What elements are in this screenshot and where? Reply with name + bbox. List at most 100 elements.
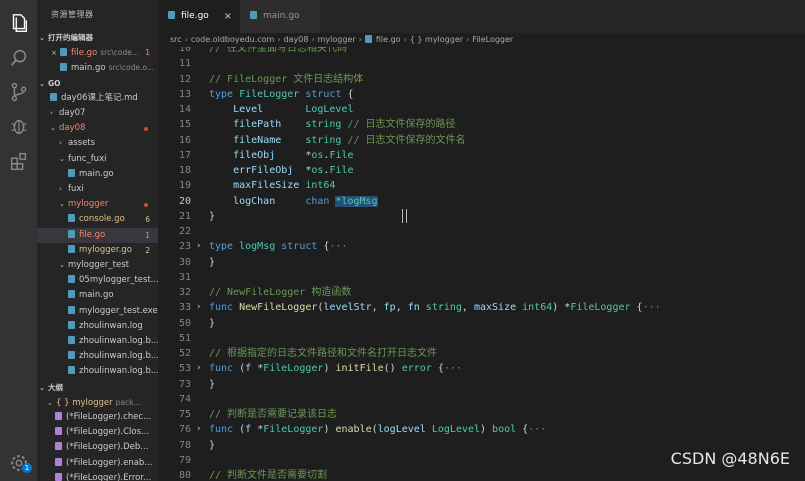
tree-item[interactable]: › day07 bbox=[37, 106, 158, 121]
close-icon[interactable]: × bbox=[224, 0, 232, 33]
code-line[interactable]: 50} bbox=[158, 316, 805, 331]
code-token: string bbox=[305, 134, 348, 146]
outline-section[interactable]: ⌄ 大纲 bbox=[37, 380, 158, 395]
code-line[interactable]: 21} bbox=[158, 209, 805, 224]
tree-item-label: mylogger_test.exe bbox=[79, 305, 158, 316]
code-line[interactable]: 74 bbox=[158, 392, 805, 407]
close-icon[interactable]: × bbox=[51, 46, 60, 60]
tab-file-go[interactable]: file.go × bbox=[158, 0, 240, 33]
open-editors-section[interactable]: ⌄ 打开的编辑器 bbox=[37, 30, 158, 45]
code-text: fileObj *os.File bbox=[209, 148, 353, 163]
breadcrumb-item[interactable]: { } mylogger bbox=[410, 35, 463, 44]
code-line[interactable]: 30} bbox=[158, 255, 805, 270]
code-token: Level bbox=[209, 104, 306, 115]
explorer-icon[interactable] bbox=[8, 12, 30, 34]
outline-item[interactable]: ⌄{ } mylogger pack... bbox=[37, 395, 158, 410]
code-line[interactable]: 16 fileName string // 日志文件保存的文件名 bbox=[158, 133, 805, 148]
fold-chevron-icon[interactable]: › bbox=[196, 300, 201, 315]
source-control-icon[interactable] bbox=[8, 81, 30, 103]
code-line[interactable]: 13 type FileLogger struct { bbox=[158, 87, 805, 102]
search-icon[interactable] bbox=[8, 47, 30, 69]
code-line[interactable]: 51 bbox=[158, 331, 805, 346]
code-line[interactable]: 23 › type logMsg struct {··· bbox=[158, 239, 805, 254]
code-line[interactable]: 33 › func NewFileLogger(levelStr, fp, fn s… bbox=[158, 300, 805, 315]
breadcrumb-item[interactable]: src bbox=[170, 35, 182, 44]
outline-item-label: (*FileLogger).chec... bbox=[66, 412, 152, 422]
code-editor[interactable]: 10 // 往文件里面写日志相关代码 11 12 // FileLogger 文件日志结… bbox=[158, 47, 805, 481]
chevron-down-icon: ⌄ bbox=[59, 200, 65, 209]
tree-item[interactable]: zhoulinwan.log.b... bbox=[37, 334, 158, 349]
tree-item[interactable]: zhoulinwan.log bbox=[37, 319, 158, 334]
tree-item[interactable]: ⌄ mylogger_test bbox=[37, 258, 158, 273]
code-text: // 判断文件是否需要切割 bbox=[209, 468, 327, 481]
breadcrumb-item[interactable]: mylogger bbox=[318, 35, 356, 44]
code-line[interactable]: 22 bbox=[158, 224, 805, 239]
code-token: ) bbox=[323, 424, 336, 436]
code-line[interactable]: 80 // 判断文件是否需要切割 bbox=[158, 468, 805, 481]
code-line[interactable]: 15 filePath string // 日志文件保存的路径 bbox=[158, 117, 805, 132]
code-line[interactable]: 18 errFileObj *os.File bbox=[158, 163, 805, 178]
code-line[interactable]: 53 › func (f *FileLogger) initFile() error… bbox=[158, 361, 805, 376]
code-line[interactable]: 73} bbox=[158, 377, 805, 392]
line-number: 11 bbox=[178, 58, 191, 70]
code-line[interactable]: 31 bbox=[158, 270, 805, 285]
line-number: 21 bbox=[178, 210, 191, 222]
breadcrumb-item[interactable]: code.oldboyedu.com bbox=[191, 35, 274, 44]
tree-item[interactable]: zhoulinwan.log.b... bbox=[37, 364, 158, 379]
code-line[interactable]: 12 // FileLogger 文件日志结构体 bbox=[158, 72, 805, 87]
tree-item[interactable]: mylogger_test.exe bbox=[37, 304, 158, 319]
tree-item[interactable]: ⌄ func_fuxi bbox=[37, 152, 158, 167]
code-line[interactable]: 10 // 往文件里面写日志相关代码 bbox=[158, 47, 805, 56]
workspace-section[interactable]: ⌄ GO bbox=[37, 76, 158, 91]
code-token: struct bbox=[281, 241, 324, 253]
line-number: 33 bbox=[178, 302, 191, 314]
code-line[interactable]: 17 fileObj *os.File bbox=[158, 148, 805, 163]
code-token: func bbox=[209, 302, 240, 314]
tree-item[interactable]: main.go bbox=[37, 167, 158, 182]
code-line[interactable]: 52 // 根据指定的日志文件路径和文件名打开日志文件 bbox=[158, 346, 805, 361]
outline-item[interactable]: (*FileLogger).chec... bbox=[37, 410, 158, 425]
tree-item[interactable]: › assets bbox=[37, 136, 158, 151]
fold-chevron-icon[interactable]: › bbox=[196, 361, 201, 376]
debug-icon[interactable] bbox=[8, 115, 30, 137]
file-name: main.go bbox=[71, 63, 106, 74]
open-editor-item[interactable]: main.go src\code.o... bbox=[37, 60, 158, 75]
extensions-icon[interactable] bbox=[8, 150, 30, 172]
outline-item[interactable]: (*FileLogger).Deb... bbox=[37, 440, 158, 455]
fold-chevron-icon[interactable]: › bbox=[196, 422, 201, 437]
code-line[interactable]: 11 bbox=[158, 56, 805, 71]
outline-item[interactable]: (*FileLogger).Error... bbox=[37, 471, 158, 481]
chevron-right-icon: › bbox=[403, 35, 407, 44]
tree-item[interactable]: file.go 1 bbox=[37, 227, 158, 243]
tree-item[interactable]: mylogger.go 2 bbox=[37, 243, 158, 258]
method-icon bbox=[55, 457, 62, 466]
code-line[interactable]: 32 // NewFileLogger 构造函数 bbox=[158, 285, 805, 300]
breadcrumb: src › code.oldboyedu.com › day08 › mylogger › fi… bbox=[158, 33, 805, 47]
breadcrumb-item[interactable]: day08 bbox=[284, 35, 309, 44]
code-text: func NewFileLogger(levelStr, fp, fn stri… bbox=[209, 300, 661, 315]
tree-item[interactable]: day06课上笔记.md bbox=[37, 91, 158, 106]
code-line[interactable]: 19 maxFileSize int64 bbox=[158, 178, 805, 193]
code-line[interactable]: 76 › func (f *FileLogger) enable(logLevel … bbox=[158, 422, 805, 437]
tree-item[interactable]: › fuxi bbox=[37, 182, 158, 197]
code-line[interactable]: 75 // 判断是否需要记录该日志 bbox=[158, 407, 805, 422]
open-editor-item[interactable]: × file.go src\code... 1 bbox=[37, 45, 158, 60]
tree-item[interactable]: ⌄ day08 bbox=[37, 121, 158, 136]
outline-item[interactable]: (*FileLogger).Clos... bbox=[37, 425, 158, 440]
code-line[interactable]: 14 Level LogLevel bbox=[158, 102, 805, 117]
code-line[interactable]: 20 logChan chan *logMsg bbox=[158, 194, 805, 209]
breadcrumb-item[interactable]: file.go bbox=[376, 35, 401, 44]
tree-item[interactable]: zhoulinwan.log.b... bbox=[37, 349, 158, 364]
outline-item[interactable]: (*FileLogger).enab... bbox=[37, 456, 158, 471]
code-text: type FileLogger struct { bbox=[209, 87, 354, 102]
tree-item[interactable]: main.go bbox=[37, 288, 158, 303]
tree-item[interactable]: 05mylogger_test.... bbox=[37, 273, 158, 288]
line-number: 14 bbox=[178, 104, 191, 115]
tree-item[interactable]: console.go 6 bbox=[37, 212, 158, 227]
code-token: enable bbox=[335, 424, 372, 436]
tree-item[interactable]: ⌄ mylogger bbox=[37, 197, 158, 212]
tab-main-go[interactable]: main.go bbox=[240, 0, 320, 33]
breadcrumb-item[interactable]: FileLogger bbox=[472, 35, 513, 44]
fold-chevron-icon[interactable]: › bbox=[196, 239, 201, 254]
code-token: maxFileSize bbox=[209, 180, 306, 192]
